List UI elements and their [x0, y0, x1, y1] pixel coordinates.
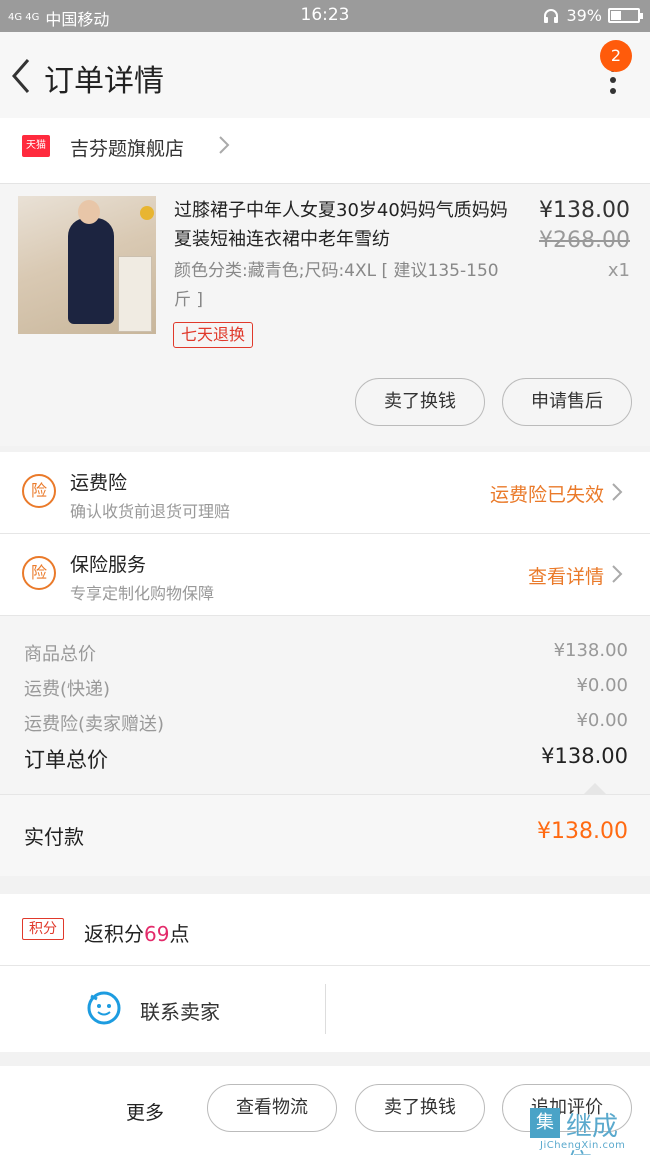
product-image[interactable] [18, 196, 156, 334]
product-title[interactable]: 过膝裙子中年人女夏30岁40妈妈气质妈妈夏装短袖连衣裙中老年雪纺 [174, 196, 510, 254]
summary-label: 运费(快递) [24, 679, 111, 700]
points-row: 积分 返积分69点 [0, 894, 650, 966]
summary-row: 运费险(卖家赠送) ¥0.00 [24, 710, 628, 736]
points-tag: 积分 [22, 918, 64, 940]
watermark: 集 继成信 JiChengXin.com [530, 1104, 642, 1155]
summary-row: 商品总价 ¥138.00 [24, 640, 628, 666]
watermark-logo: 集 [530, 1108, 560, 1138]
after-sale-button[interactable]: 申请售后 [502, 378, 632, 426]
chat-bubble-icon[interactable] [86, 990, 122, 1026]
product-quantity: x1 [607, 260, 630, 281]
shipping-insurance-row[interactable]: 险 运费险 确认收货前退货可理赔 运费险已失效 [0, 452, 650, 534]
insurance-title: 运费险 [70, 472, 128, 494]
nav-header: 订单详情 2 [0, 32, 650, 118]
status-right: 39% [542, 6, 643, 25]
summary-row: 运费(快递) ¥0.00 [24, 675, 628, 701]
summary-value: ¥0.00 [576, 710, 628, 731]
view-details-link[interactable]: 查看详情 [528, 562, 604, 589]
message-badge: 2 [600, 40, 632, 72]
more-actions-button[interactable]: 更多 [126, 1098, 164, 1125]
battery-percent: 39% [566, 6, 602, 25]
sell-for-cash-button[interactable]: 卖了换钱 [355, 1084, 485, 1132]
callout-notch [584, 783, 606, 794]
product-spec: 颜色分类:藏青色;尺码:4XL [ 建议135-150斤 ] [174, 261, 499, 310]
order-total-value: ¥138.00 [541, 744, 628, 768]
page-title: 订单详情 [44, 64, 164, 99]
paid-amount-row: 实付款 ¥138.00 [0, 794, 650, 876]
order-total-row: 订单总价 ¥138.00 [24, 744, 628, 774]
headset-icon [544, 8, 559, 23]
insurance-subtitle: 专享定制化购物保障 [70, 584, 215, 603]
shop-name: 吉芬题旗舰店 [70, 138, 185, 160]
summary-value: ¥138.00 [553, 640, 628, 661]
back-arrow-icon[interactable] [8, 56, 34, 96]
product-price: ¥138.00 [539, 198, 630, 223]
insurance-status: 运费险已失效 [489, 484, 604, 506]
chevron-right-icon [219, 136, 230, 154]
points-text: 返积分69点 [84, 922, 190, 946]
points-count: 69 [144, 922, 170, 946]
contact-seller-button[interactable]: 联系卖家 [140, 996, 220, 1025]
sell-for-cash-button[interactable]: 卖了换钱 [355, 378, 485, 426]
contact-seller-row: 联系卖家 [0, 966, 650, 1052]
insurance-title: 保险服务 [70, 554, 147, 576]
insurance-service-row[interactable]: 险 保险服务 专享定制化购物保障 查看详情 [0, 534, 650, 616]
paid-value: ¥138.00 [537, 819, 628, 844]
price-summary: 商品总价 ¥138.00 运费(快递) ¥0.00 运费险(卖家赠送) ¥0.0… [0, 616, 650, 794]
summary-value: ¥0.00 [576, 675, 628, 696]
paid-label: 实付款 [24, 825, 84, 849]
chevron-right-icon [612, 565, 623, 583]
watermark-url: JiChengXin.com [540, 1140, 626, 1151]
divider [325, 984, 326, 1034]
insurance-icon: 险 [22, 556, 56, 590]
order-total-label: 订单总价 [24, 748, 108, 772]
status-bar: 4G 4G 中国移动 16:23 39% [0, 0, 650, 32]
summary-label: 运费险(卖家赠送) [24, 714, 165, 735]
chevron-right-icon [612, 483, 623, 501]
return-policy-tag: 七天退换 [173, 322, 254, 348]
insurance-subtitle: 确认收货前退货可理赔 [70, 502, 231, 521]
product-card: 过膝裙子中年人女夏30岁40妈妈气质妈妈夏装短袖连衣裙中老年雪纺 颜色分类:藏青… [0, 184, 650, 446]
battery-icon [608, 8, 643, 23]
tmall-logo: 天猫 [22, 135, 50, 157]
insurance-icon: 险 [22, 474, 56, 508]
view-logistics-button[interactable]: 查看物流 [207, 1084, 337, 1132]
original-price: ¥268.00 [539, 228, 630, 253]
shop-row[interactable]: 天猫 吉芬题旗舰店 [0, 118, 650, 184]
summary-label: 商品总价 [24, 644, 96, 665]
